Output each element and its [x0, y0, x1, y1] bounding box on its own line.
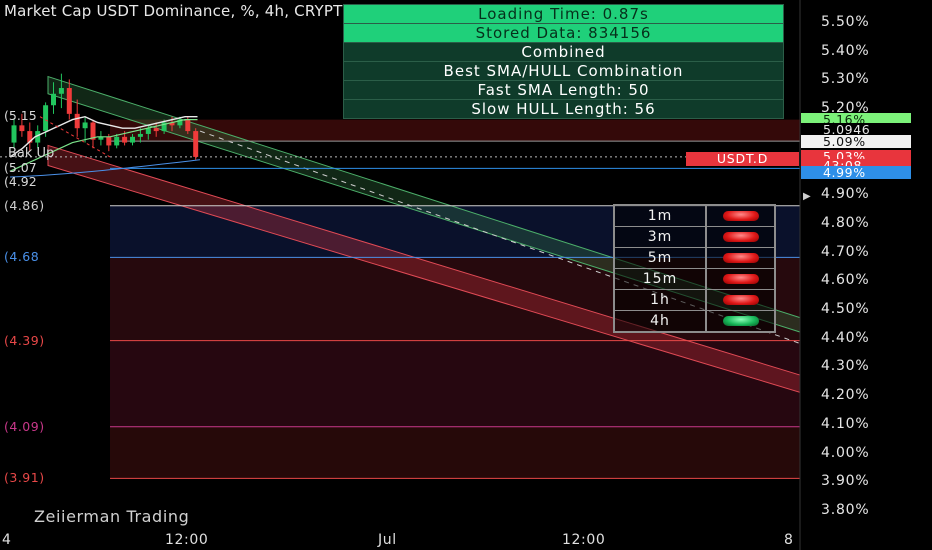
info-row: Stored Data: 834156: [344, 24, 783, 43]
y-tick-label: 4.70%: [821, 243, 870, 260]
x-tick-label: 4: [2, 532, 12, 548]
timeframe-label: 1h: [615, 290, 707, 310]
timeframe-label: 3m: [615, 227, 707, 247]
timeframe-label: 4h: [615, 311, 707, 331]
red-signal-icon: [722, 253, 759, 263]
level-label: (4.86): [4, 197, 45, 213]
timeframe-row: 3m: [615, 227, 774, 248]
y-tick-label: 4.80%: [821, 214, 870, 231]
candle-body: [114, 136, 120, 146]
red-signal-icon: [722, 295, 759, 305]
info-row: Slow HULL Length: 56: [471, 100, 656, 118]
candle-body: [153, 128, 159, 132]
level-label: (4.68: [4, 249, 40, 265]
price-badge: 5.09%: [801, 135, 911, 149]
x-tick-label: Jul: [378, 532, 397, 548]
candle-body: [74, 113, 80, 129]
red-signal-icon: [722, 232, 759, 242]
level-label: (4.39): [4, 332, 45, 348]
symbol-tag: USDT.D: [686, 152, 799, 166]
watermark: Zeiierman Trading: [34, 507, 190, 526]
x-tick-label: 12:00: [562, 532, 606, 548]
candle-body: [82, 122, 88, 129]
y-tick-label: 4.90%: [821, 186, 870, 203]
y-tick-label: 5.40%: [821, 42, 870, 59]
signal-cell: [707, 269, 774, 289]
breakout-label: Bak Up: [8, 146, 55, 161]
info-panel: Loading Time: 0.87s Stored Data: 834156 Co…: [343, 4, 784, 119]
timeframe-label: 15m: [615, 269, 707, 289]
y-tick-label: 4.00%: [821, 444, 870, 461]
x-tick-label: 8: [784, 532, 794, 548]
overlay-label-l1: (5.15: [4, 108, 37, 123]
signal-cell: [707, 290, 774, 310]
info-row: Best SMA/HULL Combination: [344, 62, 783, 81]
candle-body: [66, 88, 72, 114]
overlay-label-l2: (5.07: [4, 160, 37, 175]
timeframe-row: 5m: [615, 248, 774, 269]
signal-cell: [707, 311, 774, 331]
play-arrow-icon[interactable]: ▶: [803, 191, 811, 202]
level-label: (4.09): [4, 418, 45, 434]
y-tick-label: 4.60%: [821, 272, 870, 289]
info-row: Combined: [344, 43, 783, 62]
timeframe-row: 15m: [615, 269, 774, 290]
chart-title: Market Cap USDT Dominance, %, 4h, CRYPTO…: [4, 2, 385, 20]
zone-4: [110, 426, 800, 479]
candle-body: [51, 93, 56, 106]
candles-layer: [9, 73, 201, 178]
y-tick-label: 4.40%: [821, 329, 870, 346]
timeframe-table: 1m 3m 5m 15m 1h 4h: [613, 204, 776, 333]
overlay-label-l3: (4.92: [4, 174, 37, 189]
candle-body: [185, 119, 191, 132]
x-tick-label: 12:00: [165, 532, 209, 548]
info-row: Fast SMA Length: 50: [344, 81, 783, 100]
y-tick-label: 4.50%: [821, 301, 870, 318]
timeframe-label: 1m: [615, 206, 707, 226]
candle-body: [58, 88, 64, 94]
timeframe-row: 1m: [615, 206, 774, 227]
candle-body: [137, 133, 143, 137]
y-tick-label: 3.90%: [821, 473, 870, 490]
y-tick-label: 5.50%: [821, 14, 870, 30]
red-signal-icon: [722, 211, 759, 221]
candle-body: [11, 125, 17, 143]
price-badge: 4.99%: [801, 166, 911, 180]
signal-cell: [707, 227, 774, 247]
level-label: (3.91): [4, 470, 45, 486]
signal-cell: [707, 248, 774, 268]
candle-body: [193, 131, 199, 157]
signal-cell: [707, 206, 774, 226]
y-tick-label: 4.30%: [821, 358, 870, 375]
candle-body: [130, 136, 135, 143]
info-row: Loading Time: 0.87s: [344, 5, 783, 24]
red-signal-icon: [722, 274, 759, 284]
timeframe-row: 4h: [615, 311, 774, 331]
candle-body: [19, 125, 25, 132]
y-tick-label: 4.20%: [821, 387, 870, 404]
y-tick-label: 3.80%: [821, 502, 870, 518]
y-tick-label: 5.30%: [821, 71, 870, 88]
y-tick-label: 4.10%: [821, 415, 870, 432]
candle-body: [122, 136, 128, 143]
candle-body: [145, 128, 151, 134]
candle-body: [106, 136, 112, 146]
green-signal-icon: [722, 316, 759, 326]
candle-body: [43, 105, 49, 132]
timeframe-row: 1h: [615, 290, 774, 311]
timeframe-label: 5m: [615, 248, 707, 268]
